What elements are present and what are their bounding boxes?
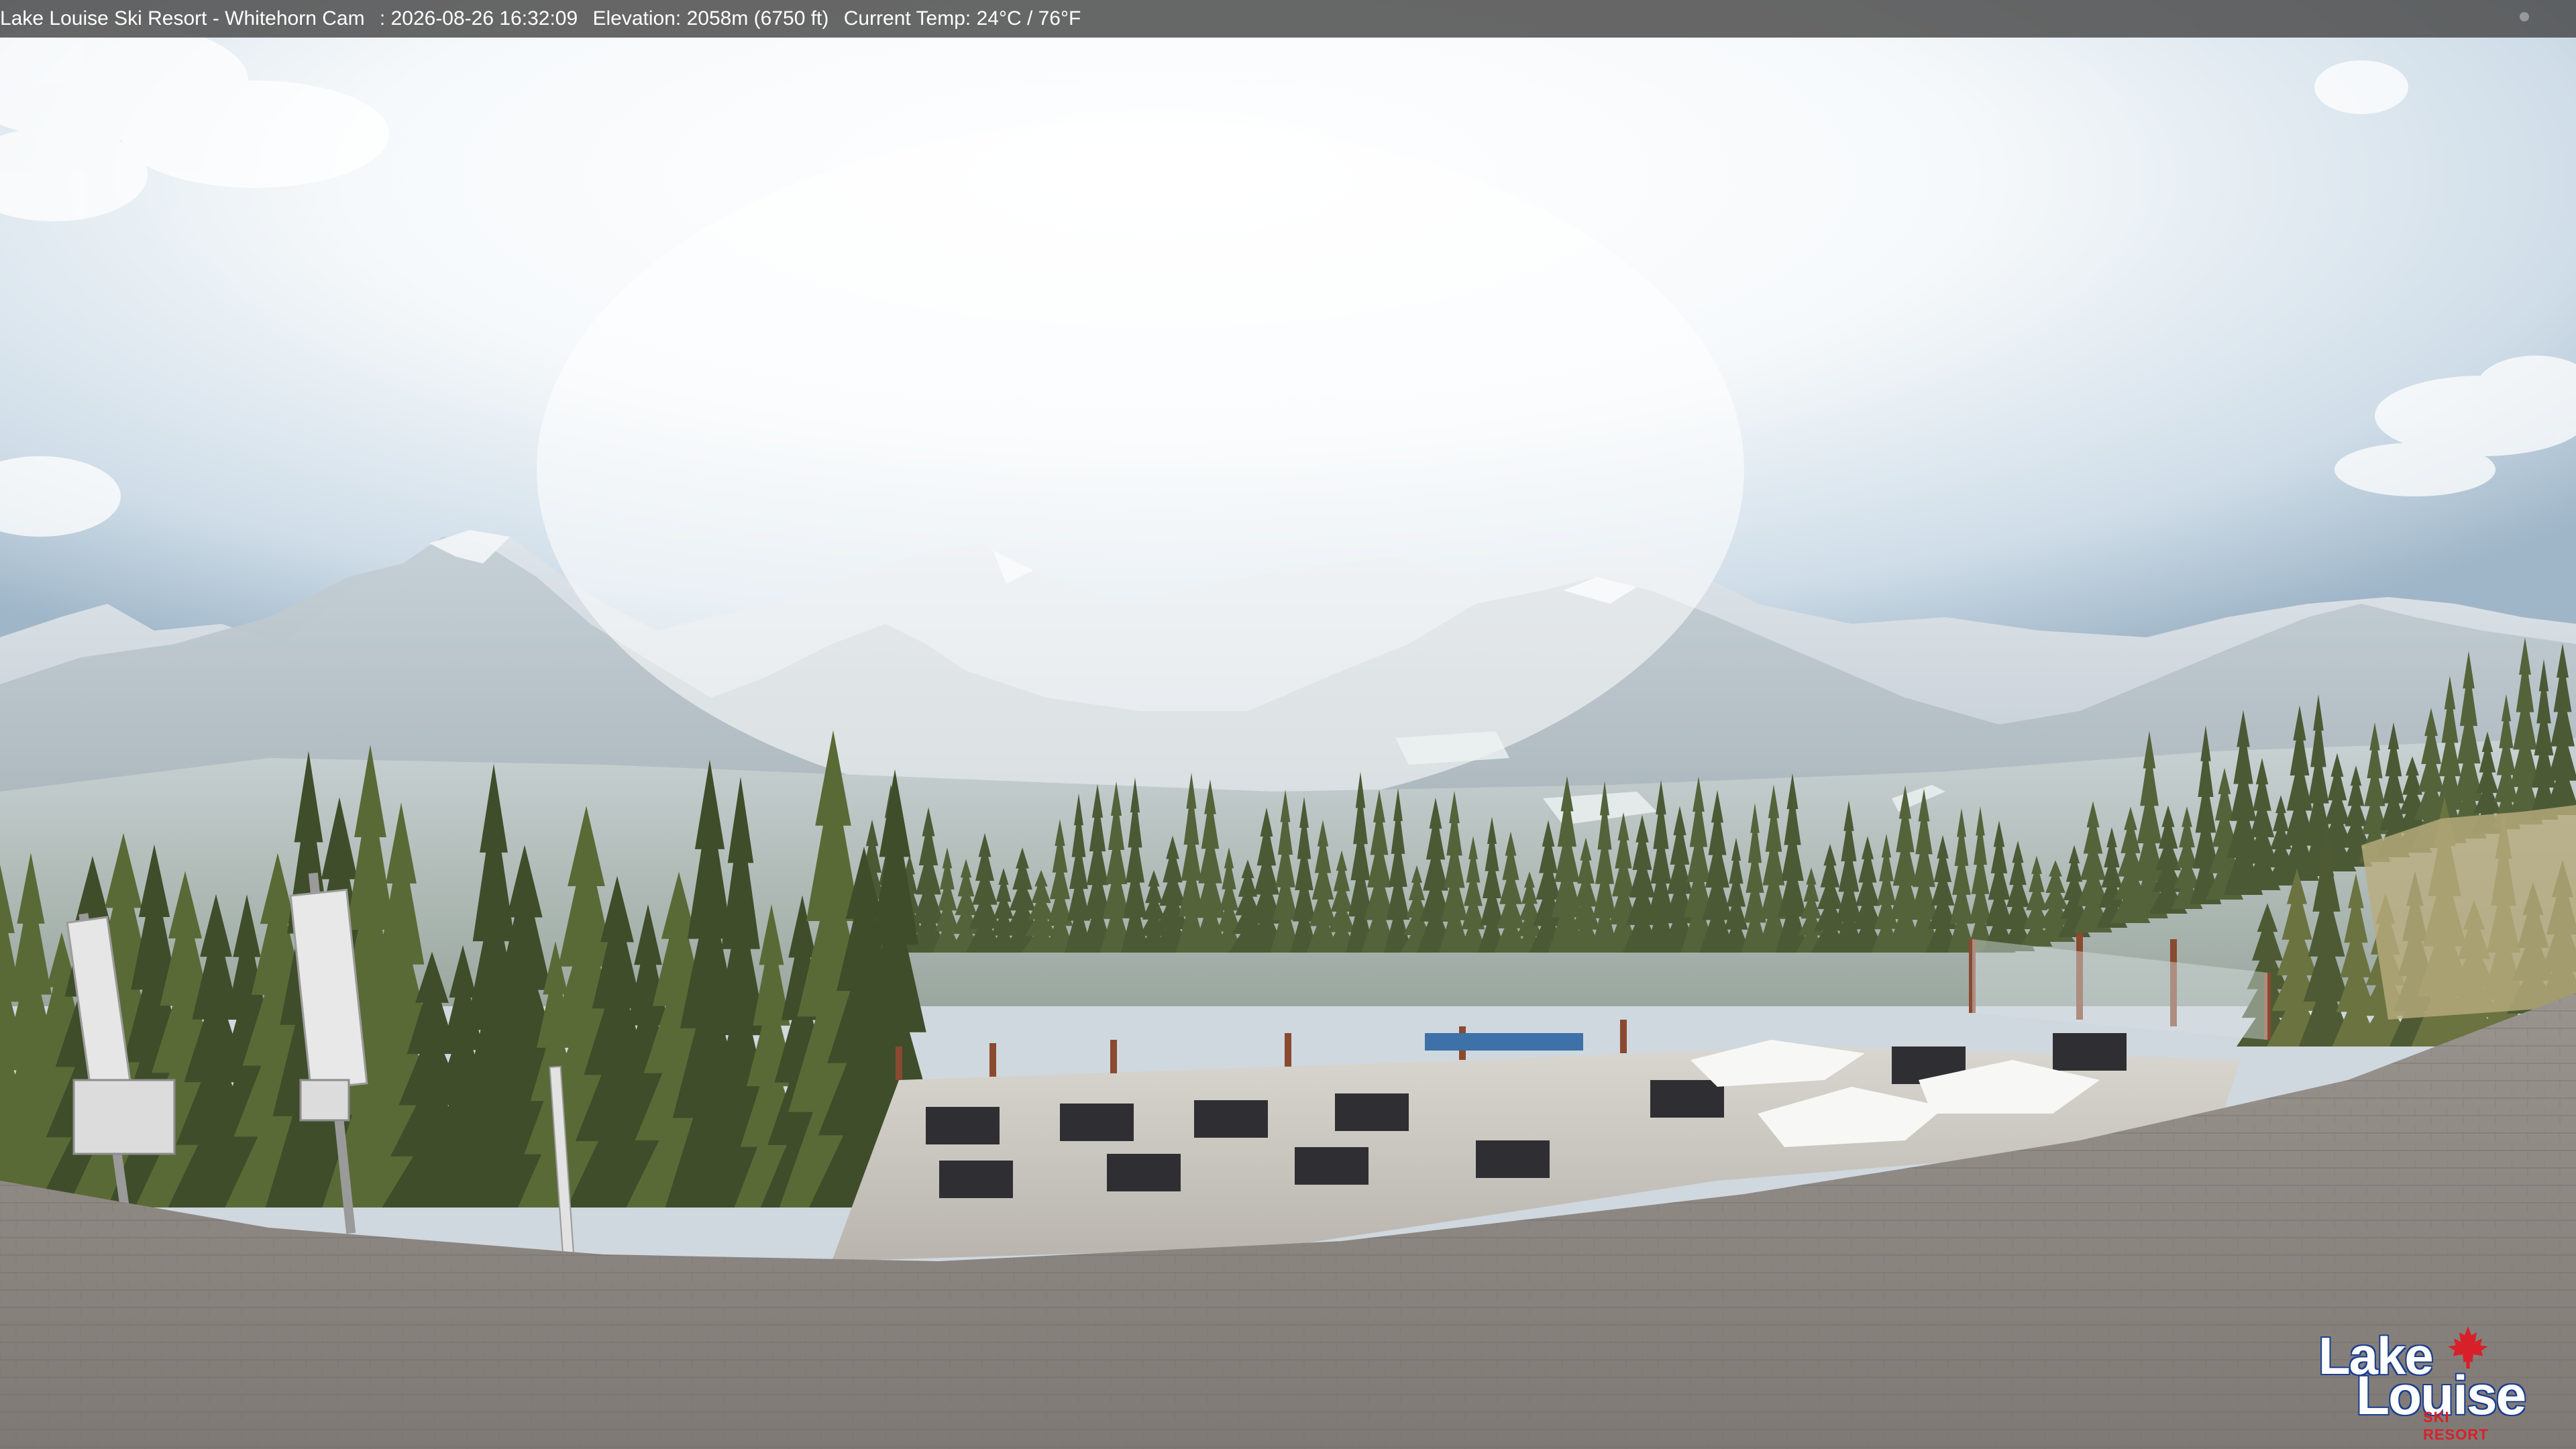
current-temperature: Current Temp: 24°C / 76°F [843, 7, 1081, 30]
elevation: Elevation: 2058m (6750 ft) [592, 7, 829, 30]
ski-slope-right [2361, 805, 2576, 1020]
lake-louise-logo: Lake Louise SKI RESORT [2313, 1326, 2526, 1443]
patio-table [1194, 1100, 1268, 1138]
patio-table [926, 1107, 1000, 1144]
blue-sign [1425, 1033, 1583, 1051]
patio-table [1107, 1154, 1181, 1191]
status-dot [2520, 12, 2529, 21]
patio-table [1335, 1093, 1409, 1131]
patio-table [1650, 1080, 1724, 1118]
logo-line3: SKI RESORT [2423, 1409, 2489, 1443]
patio-table [1060, 1104, 1134, 1141]
patio-table [1295, 1147, 1368, 1185]
webcam-scene [0, 0, 2576, 1449]
patio-table [1476, 1140, 1550, 1178]
camera-info-bar: Lake Louise Ski Resort - Whitehorn Cam :… [0, 0, 2576, 38]
maple-leaf-icon [2448, 1326, 2488, 1368]
patio-table [2053, 1033, 2127, 1071]
patio-table [939, 1161, 1013, 1198]
timestamp: : 2026-08-26 16:32:09 [379, 7, 578, 30]
camera-title: Lake Louise Ski Resort - Whitehorn Cam [0, 7, 365, 30]
sun-haze [537, 121, 1744, 818]
